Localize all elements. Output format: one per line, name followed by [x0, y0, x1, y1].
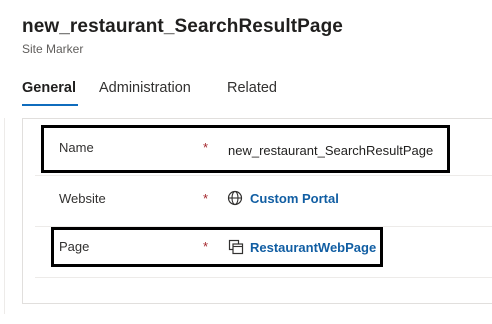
page-title: new_restaurant_SearchResultPage: [22, 16, 343, 37]
globe-icon: [227, 190, 243, 206]
general-section: Name * new_restaurant_SearchResultPage W…: [22, 118, 492, 304]
required-indicator: *: [203, 191, 209, 206]
webpage-icon: [228, 239, 244, 255]
website-field-label: Website: [59, 191, 106, 206]
record-form: new_restaurant_SearchResultPage Site Mar…: [0, 0, 492, 324]
required-indicator: *: [203, 140, 209, 155]
tab-administration[interactable]: Administration: [99, 80, 191, 96]
name-field[interactable]: new_restaurant_SearchResultPage: [228, 143, 433, 158]
tab-general[interactable]: General: [22, 80, 76, 96]
required-indicator: *: [203, 239, 209, 254]
page-lookup-link[interactable]: RestaurantWebPage: [250, 240, 376, 255]
page-field-row: Page * RestaurantWebPage: [23, 227, 492, 277]
name-field-label: Name: [59, 140, 94, 155]
name-field-row: Name * new_restaurant_SearchResultPage: [23, 119, 492, 175]
website-lookup-link[interactable]: Custom Portal: [250, 191, 339, 206]
entity-type-label: Site Marker: [22, 42, 84, 56]
section-divider: [4, 118, 5, 314]
tab-related[interactable]: Related: [227, 80, 277, 96]
page-field-label: Page: [59, 239, 90, 254]
website-field-row: Website * Custom Portal: [23, 176, 492, 226]
active-tab-indicator: [22, 104, 78, 106]
row-divider: [35, 277, 492, 278]
